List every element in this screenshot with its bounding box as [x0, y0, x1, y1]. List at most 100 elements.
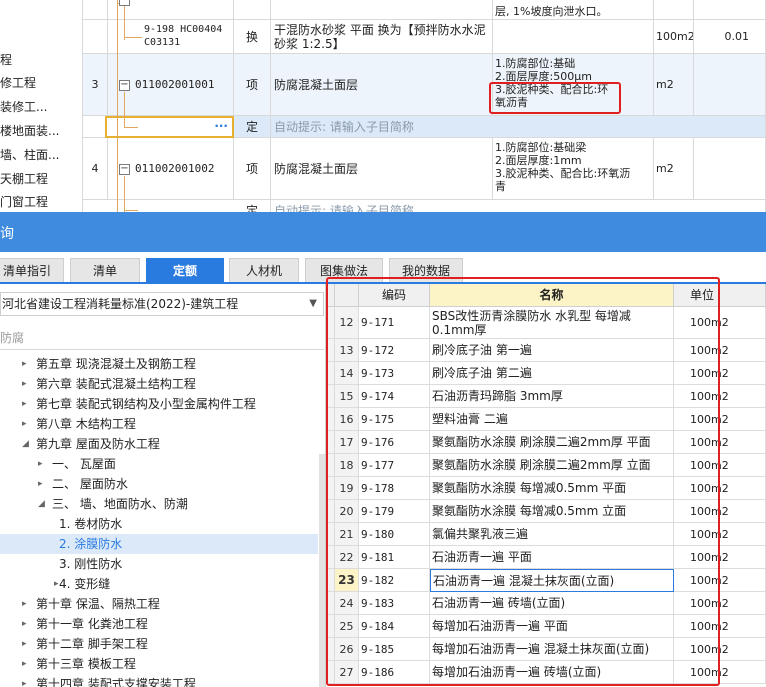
- table-row[interactable]: 18 9-177 聚氨酯防水涂膜 刷涂膜二遍2mm厚 立面 100m2: [326, 454, 766, 477]
- tab-bill[interactable]: 清单: [70, 258, 140, 282]
- auto-hint[interactable]: 自动提示: 请输入子目简称: [271, 200, 766, 212]
- expand-arrow-icon[interactable]: ▸: [22, 414, 27, 434]
- chapter-item[interactable]: 1. 卷材防水: [0, 514, 318, 534]
- chapter-item[interactable]: ▸ 第十一章 化粪池工程: [0, 614, 318, 634]
- name-cell[interactable]: 塑料油膏 二遍: [430, 408, 674, 431]
- code-cell[interactable]: 9-172: [359, 339, 430, 362]
- code-cell[interactable]: 9-184: [359, 615, 430, 638]
- auto-hint[interactable]: 自动提示: 请输入子目简称: [271, 116, 766, 138]
- expand-arrow-icon[interactable]: ▸: [22, 354, 27, 374]
- header-code[interactable]: 编码: [359, 284, 430, 307]
- expand-arrow-icon[interactable]: ▸: [22, 614, 27, 634]
- name-cell[interactable]: 刷冷底子油 第一遍: [430, 339, 674, 362]
- table-row[interactable]: 17 9-176 聚氨酯防水涂膜 刷涂膜二遍2mm厚 平面 100m2: [326, 431, 766, 454]
- code-cell[interactable]: 9-175: [359, 408, 430, 431]
- code-cell[interactable]: 9-176: [359, 431, 430, 454]
- table-row[interactable]: 20 9-179 聚氨酯防水涂膜 每增减0.5mm 立面 100m2: [326, 500, 766, 523]
- code-cell[interactable]: 9-173: [359, 362, 430, 385]
- table-row[interactable]: 26 9-185 每增加石油沥青一遍 混凝土抹灰面(立面) 100m2: [326, 638, 766, 661]
- feature-cell[interactable]: 层, 1%坡度向泄水口。: [493, 0, 654, 20]
- code-cell[interactable]: 9-171: [359, 307, 430, 339]
- chapter-item[interactable]: ▸ 第十章 保温、隔热工程: [0, 594, 318, 614]
- code-cell[interactable]: 9-178: [359, 477, 430, 500]
- chapter-item[interactable]: ▸ 4. 变形缝: [0, 574, 318, 594]
- chapter-item[interactable]: ▸ 二、 屋面防水: [0, 474, 318, 494]
- expand-arrow-icon[interactable]: ▸: [22, 654, 27, 674]
- collapse-icon[interactable]: −: [119, 0, 130, 6]
- more-button[interactable]: ···: [214, 119, 228, 133]
- tree-item[interactable]: 楼地面装...: [0, 121, 59, 141]
- table-row[interactable]: 12 9-171 SBS改性沥青涂膜防水 水乳型 每增减0.1mm厚 100m2: [326, 307, 766, 339]
- table-row[interactable]: 25 9-184 每增加石油沥青一遍 平面 100m2: [326, 615, 766, 638]
- code-cell[interactable]: 9-180: [359, 523, 430, 546]
- feature-cell[interactable]: 1.防腐部位:基础梁 2.面层厚度:1mm 3.胶泥种类、配合比:环氧沥 青: [493, 138, 654, 200]
- qty-cell[interactable]: [694, 54, 766, 116]
- table-row[interactable]: 14 9-173 刷冷底子油 第二遍 100m2: [326, 362, 766, 385]
- table-row[interactable]: 27 9-186 每增加石油沥青一遍 砖墙(立面) 100m2: [326, 661, 766, 684]
- chapter-item[interactable]: ▸ 第十三章 模板工程: [0, 654, 318, 674]
- chapter-item[interactable]: ▸ 第八章 木结构工程: [0, 414, 318, 434]
- tab-my-data[interactable]: 我的数据: [389, 258, 463, 282]
- expand-arrow-icon[interactable]: ▸: [22, 594, 27, 614]
- code-cell[interactable]: 9-182: [359, 569, 430, 592]
- table-row[interactable]: 23 9-182 石油沥青一遍 混凝土抹灰面(立面) 100m2: [326, 569, 766, 592]
- expand-arrow-icon[interactable]: ▸: [22, 394, 27, 414]
- chapter-item[interactable]: ▸ 第七章 装配式钢结构及小型金属构件工程: [0, 394, 318, 414]
- name-cell[interactable]: 石油沥青一遍 平面: [430, 546, 674, 569]
- chapter-item[interactable]: ▸ 第十二章 脚手架工程: [0, 634, 318, 654]
- name-cell[interactable]: 聚氨酯防水涂膜 刷涂膜二遍2mm厚 平面: [430, 431, 674, 454]
- collapse-arrow-icon[interactable]: ◢: [38, 494, 45, 514]
- name-cell[interactable]: 防腐混凝土面层: [271, 138, 493, 200]
- table-row[interactable]: 16 9-175 塑料油膏 二遍 100m2: [326, 408, 766, 431]
- chapter-item[interactable]: ▸ 一、 瓦屋面: [0, 454, 318, 474]
- tab-bill-guide[interactable]: 清单指引: [0, 258, 64, 282]
- name-cell[interactable]: 刷冷底子油 第二遍: [430, 362, 674, 385]
- table-row[interactable]: 21 9-180 氯偏共聚乳液三遍 100m2: [326, 523, 766, 546]
- code-cell[interactable]: 9-183: [359, 592, 430, 615]
- name-cell[interactable]: [271, 0, 493, 20]
- tab-labor-material-machine[interactable]: 人材机: [229, 258, 299, 282]
- expand-arrow-icon[interactable]: ▸: [22, 674, 27, 687]
- code-cell[interactable]: 9-179: [359, 500, 430, 523]
- header-unit[interactable]: 单位: [674, 284, 766, 307]
- name-cell[interactable]: 石油沥青一遍 砖墙(立面): [430, 592, 674, 615]
- tree-item[interactable]: 装修工...: [0, 97, 47, 117]
- tree-item[interactable]: 程: [0, 50, 12, 70]
- tab-atlas-method[interactable]: 图集做法: [305, 258, 383, 282]
- qty-cell[interactable]: [694, 138, 766, 200]
- tree-item[interactable]: 门窗工程: [0, 192, 48, 212]
- table-row[interactable]: 24 9-183 石油沥青一遍 砖墙(立面) 100m2: [326, 592, 766, 615]
- tree-item[interactable]: 修工程: [0, 73, 36, 93]
- code-cell[interactable]: 9-174: [359, 385, 430, 408]
- chapter-item[interactable]: 3. 刚性防水: [0, 554, 318, 574]
- chapter-item[interactable]: ▸ 第六章 装配式混凝土结构工程: [0, 374, 318, 394]
- collapse-icon[interactable]: −: [119, 80, 130, 91]
- name-cell[interactable]: SBS改性沥青涂膜防水 水乳型 每增减0.1mm厚: [430, 307, 674, 339]
- table-row[interactable]: 13 9-172 刷冷底子油 第一遍 100m2: [326, 339, 766, 362]
- name-cell[interactable]: 聚氨酯防水涂膜 刷涂膜二遍2mm厚 立面: [430, 454, 674, 477]
- tree-item[interactable]: 墙、柱面...: [0, 145, 59, 165]
- table-row[interactable]: 22 9-181 石油沥青一遍 平面 100m2: [326, 546, 766, 569]
- search-input[interactable]: 防腐: [0, 326, 324, 350]
- code-cell[interactable]: 9-186: [359, 661, 430, 684]
- name-cell[interactable]: 聚氨酯防水涂膜 每增减0.5mm 立面: [430, 500, 674, 523]
- name-cell[interactable]: 氯偏共聚乳液三遍: [430, 523, 674, 546]
- collapse-arrow-icon[interactable]: ◢: [22, 434, 29, 454]
- name-cell[interactable]: 每增加石油沥青一遍 平面: [430, 615, 674, 638]
- expand-arrow-icon[interactable]: ▸: [38, 474, 43, 494]
- chapter-item[interactable]: ◢ 第九章 屋面及防水工程: [0, 434, 318, 454]
- expand-arrow-icon[interactable]: ▸: [38, 454, 43, 474]
- expand-arrow-icon[interactable]: ▸: [22, 374, 27, 394]
- feature-cell[interactable]: [493, 20, 654, 54]
- chapter-item[interactable]: ▸ 第五章 现浇混凝土及钢筋工程: [0, 354, 318, 374]
- library-select[interactable]: 河北省建设工程消耗量标准(2022)-建筑工程 ▼: [0, 292, 324, 316]
- scrollbar[interactable]: [319, 454, 325, 687]
- table-row[interactable]: 15 9-174 石油沥青玛蹄脂 3mm厚 100m2: [326, 385, 766, 408]
- code-cell[interactable]: 9-177: [359, 454, 430, 477]
- expand-arrow-icon[interactable]: ▸: [54, 574, 59, 594]
- name-cell[interactable]: 石油沥青玛蹄脂 3mm厚: [430, 385, 674, 408]
- name-cell[interactable]: 干混防水砂浆 平面 换为【预拌防水水泥砂浆 1:2.5】: [271, 20, 493, 54]
- code-cell[interactable]: 9-181: [359, 546, 430, 569]
- name-cell[interactable]: 防腐混凝土面层: [271, 54, 493, 116]
- tab-quota[interactable]: 定额: [146, 258, 224, 282]
